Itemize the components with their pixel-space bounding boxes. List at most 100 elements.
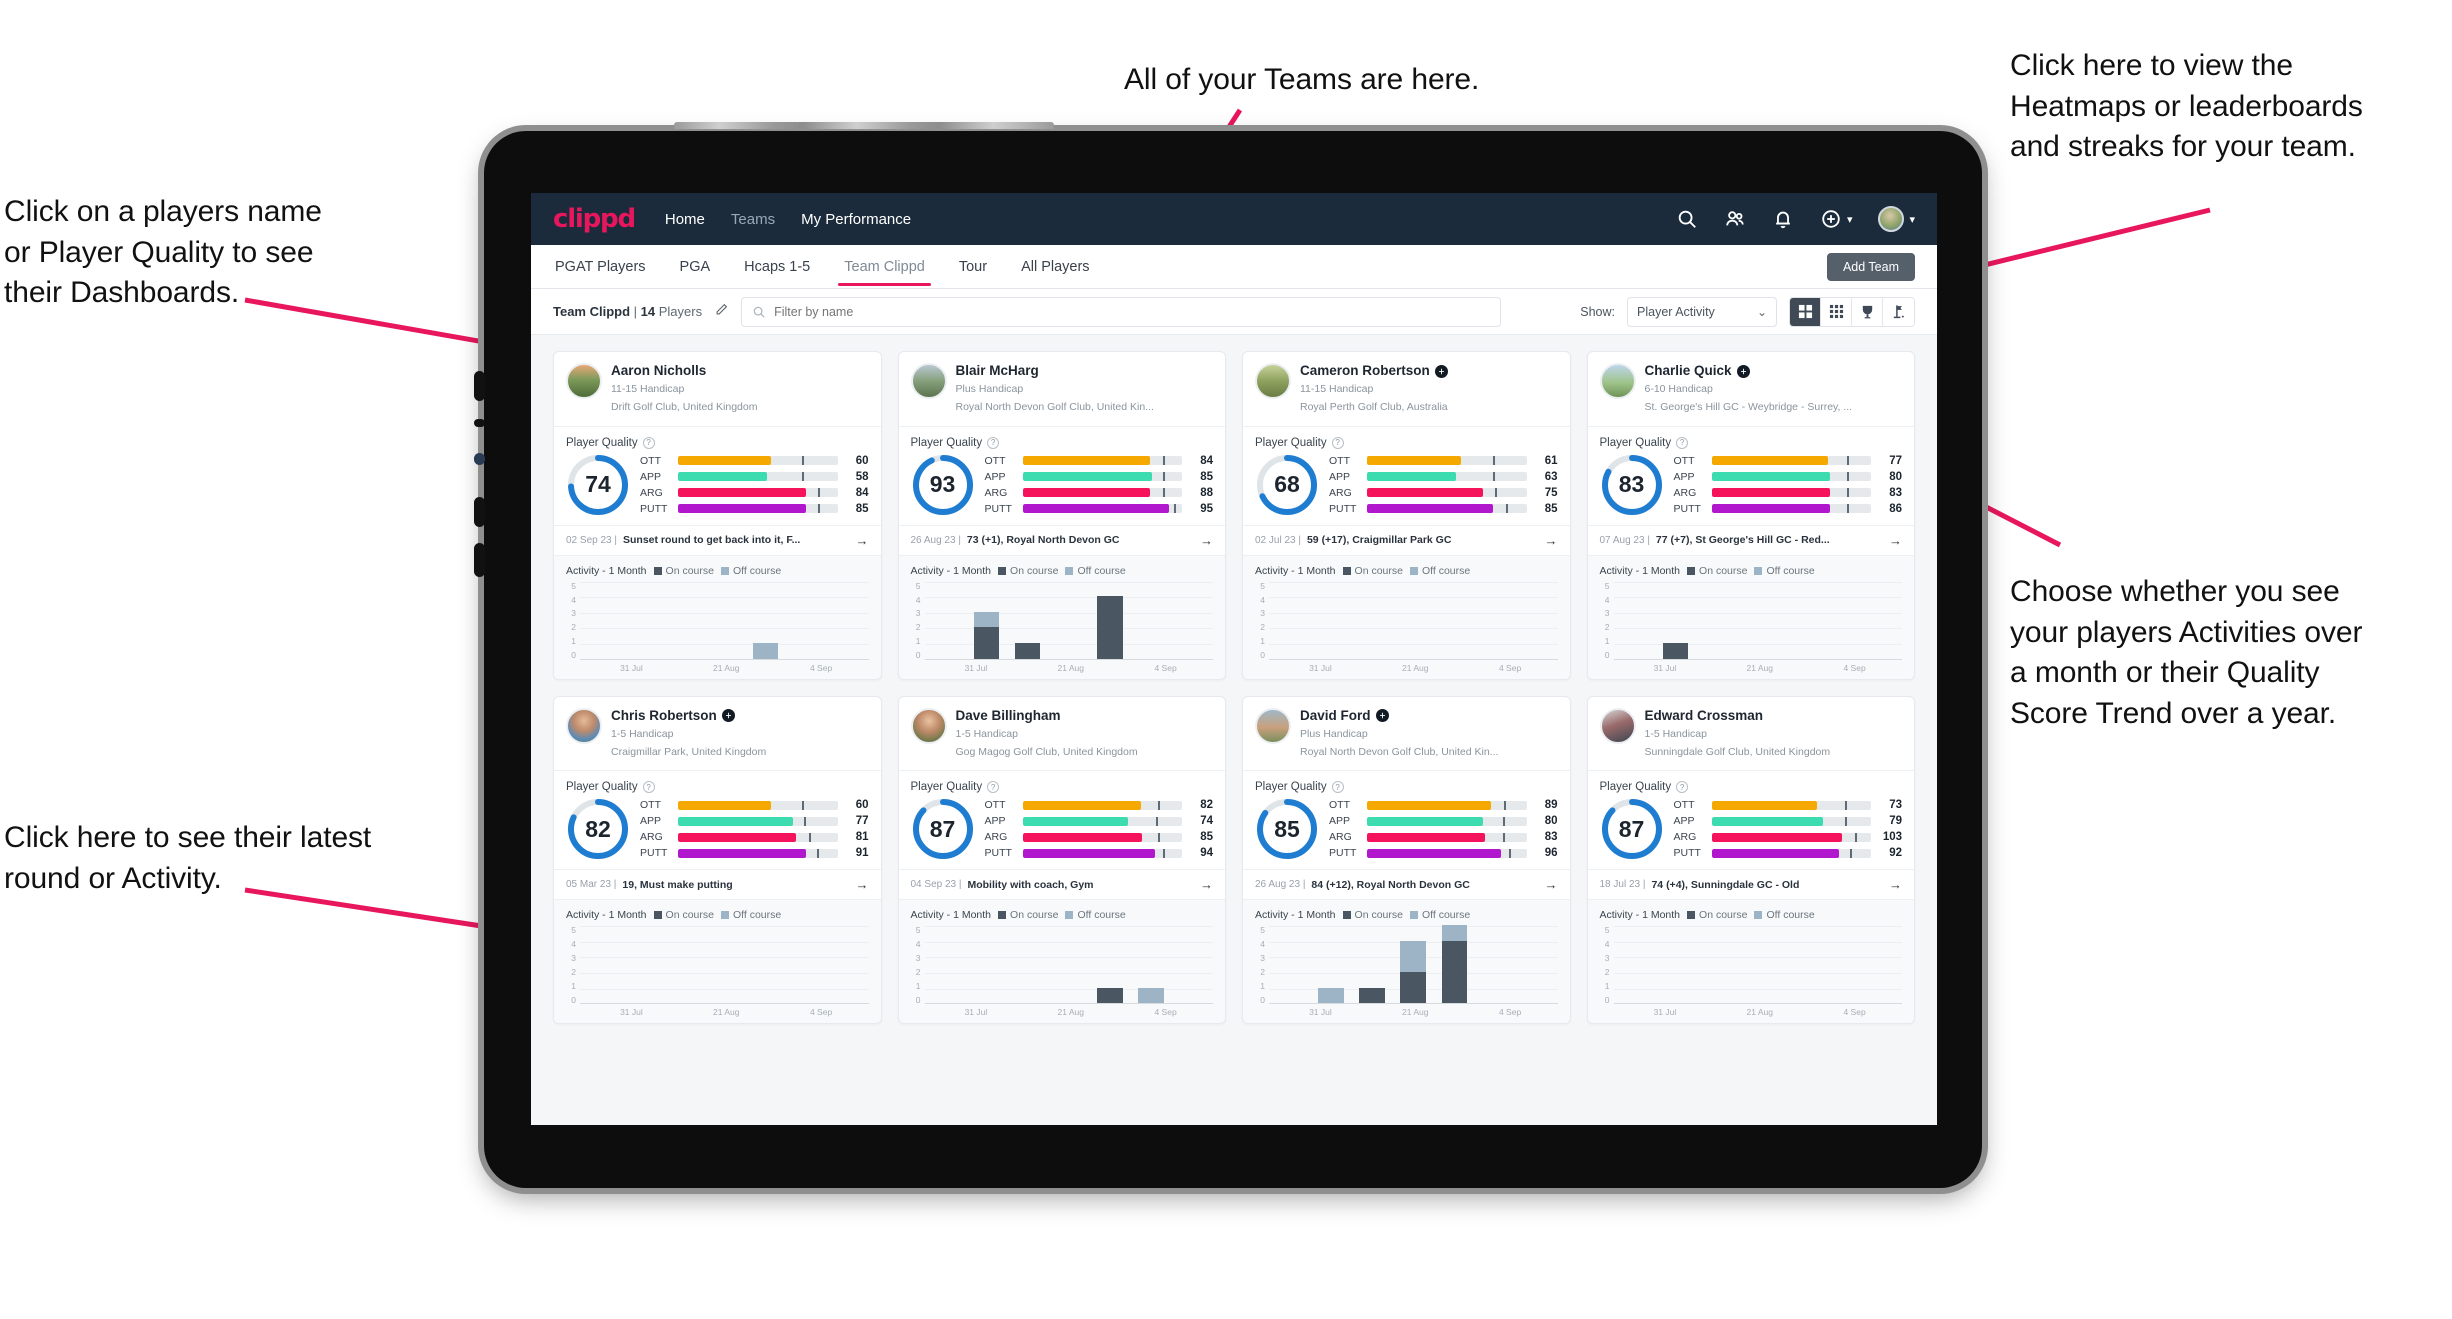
metric-label: APP	[984, 815, 1006, 828]
player-card[interactable]: Dave Billingham 1-5 Handicap Gog Magog Gol…	[897, 695, 1226, 1025]
help-icon[interactable]: ?	[987, 781, 1000, 794]
heatmap-flag-view-button[interactable]	[1883, 297, 1914, 326]
player-quality-section[interactable]: Player Quality? 93 OTT 84 APP 85 ARG 88 PUTT 95	[898, 427, 1225, 526]
grid-small-view-button[interactable]	[1821, 297, 1852, 326]
player-card-header[interactable]: Edward Crossman 1-5 Handicap Sunningdale G…	[1587, 697, 1914, 772]
metric-label: ARG	[1329, 486, 1352, 499]
latest-round-row[interactable]: 26 Aug 23 | 84 (+12), Royal North Devon G…	[1243, 870, 1570, 901]
player-handicap: Plus Handicap	[955, 383, 1024, 396]
player-quality-section[interactable]: Player Quality? 85 OTT 89 APP 80 ARG 83 PUTT 96	[1243, 771, 1570, 871]
help-icon[interactable]: ?	[642, 781, 655, 794]
arrow-right-icon[interactable]: →	[1883, 533, 1902, 548]
player-card-header[interactable]: Aaron Nicholls 11-15 Handicap Drift Golf C…	[554, 352, 881, 427]
player-card-header[interactable]: Cameron Robertson 11-15 Handicap Royal Per…	[1243, 352, 1570, 427]
player-card[interactable]: Edward Crossman 1-5 Handicap Sunningdale G…	[1586, 695, 1915, 1025]
nav-link-teams[interactable]: Teams	[731, 211, 775, 228]
search-container[interactable]	[741, 296, 1502, 327]
bell-icon[interactable]	[1772, 208, 1794, 230]
nav-link-home[interactable]: Home	[665, 211, 705, 228]
metric-bar-track	[678, 848, 838, 858]
nav-link-my-performance[interactable]: My Performance	[801, 211, 911, 228]
activity-header: Activity - 1 Month On course Off course	[566, 565, 869, 577]
latest-round-row[interactable]: 02 Jul 23 | 59 (+17), Craigmillar Park GC…	[1243, 525, 1570, 556]
arrow-right-icon[interactable]: →	[1539, 533, 1558, 548]
player-card[interactable]: Chris Robertson 1-5 Handicap Craigmillar P…	[553, 695, 882, 1025]
chart-x-axis: 31 Jul 21 Aug 4 Sep	[1600, 663, 1903, 673]
player-card[interactable]: Cameron Robertson 11-15 Handicap Royal Per…	[1242, 351, 1571, 680]
latest-round-row[interactable]: 02 Sep 23 | Sunset round to get back into…	[554, 525, 881, 556]
player-name[interactable]: Charlie Quick	[1645, 363, 1853, 379]
player-quality-section[interactable]: Player Quality? 82 OTT 60 APP 77 ARG 81 PUTT 91	[554, 771, 881, 871]
x-tick: 21 Aug	[1057, 1007, 1084, 1018]
tab-pga[interactable]: PGA	[678, 248, 713, 286]
player-name[interactable]: Cameron Robertson	[1300, 363, 1448, 379]
player-quality-section[interactable]: Player Quality? 68 OTT 61 APP 63 ARG 75 PUTT 85	[1243, 427, 1570, 526]
metric-bar-tick	[808, 832, 811, 842]
player-card-header[interactable]: Blair McHarg Plus Handicap Royal North Dev…	[898, 352, 1225, 427]
arrow-right-icon[interactable]: →	[1194, 533, 1213, 548]
arrow-right-icon[interactable]: →	[1194, 877, 1213, 892]
off-course-swatch	[1754, 911, 1763, 920]
help-icon[interactable]: ?	[642, 436, 655, 449]
player-name[interactable]: Dave Billingham	[956, 708, 1138, 724]
player-card[interactable]: Blair McHarg Plus Handicap Royal North Dev…	[897, 351, 1226, 680]
arrow-right-icon[interactable]: →	[1539, 877, 1558, 892]
activity-bar	[1441, 925, 1468, 1004]
tab-pgat-players[interactable]: PGAT Players	[553, 248, 648, 286]
player-card[interactable]: David Ford Plus Handicap Royal North Devon…	[1242, 695, 1571, 1025]
player-name[interactable]: Edward Crossman	[1645, 708, 1831, 724]
player-card-header[interactable]: Dave Billingham 1-5 Handicap Gog Magog Gol…	[898, 697, 1225, 772]
latest-round-row[interactable]: 18 Jul 23 | 74 (+4), Sunningdale GC - Old…	[1587, 870, 1914, 901]
metric-label: ARG	[640, 486, 663, 499]
arrow-right-icon[interactable]: →	[850, 533, 869, 548]
player-card[interactable]: Aaron Nicholls 11-15 Handicap Drift Golf C…	[553, 351, 882, 680]
player-quality-section[interactable]: Player Quality? 87 OTT 82 APP 74 ARG 85 PUTT 94	[898, 771, 1225, 871]
plus-circle-icon[interactable]: ▾	[1820, 208, 1852, 230]
metric-value: 83	[1544, 831, 1558, 844]
search-input[interactable]	[774, 304, 1491, 319]
player-quality-section[interactable]: Player Quality? 83 OTT 77 APP 80 ARG 83 PUTT 86	[1587, 427, 1914, 526]
trophy-leaderboard-view-button[interactable]	[1852, 297, 1883, 326]
arrow-right-icon[interactable]: →	[850, 877, 869, 892]
metric-bar-fill	[1022, 488, 1151, 498]
player-photo	[1255, 707, 1291, 744]
pencil-icon[interactable]	[714, 302, 729, 321]
latest-round-row[interactable]: 26 Aug 23 | 73 (+1), Royal North Devon GC…	[898, 525, 1225, 556]
view-toggle-group	[1789, 296, 1915, 327]
player-name[interactable]: Blair McHarg	[956, 363, 1154, 379]
people-icon[interactable]	[1724, 208, 1746, 230]
player-card[interactable]: Charlie Quick 6-10 Handicap St. George's H…	[1586, 351, 1915, 680]
show-select[interactable]: Player Activity ⌄	[1627, 296, 1777, 327]
search-icon[interactable]	[1676, 208, 1698, 230]
player-name[interactable]: David Ford	[1300, 708, 1498, 724]
clippd-logo[interactable]: clippd	[553, 204, 636, 234]
tab-hcaps-1-5[interactable]: Hcaps 1-5	[742, 248, 812, 286]
player-card-header[interactable]: Charlie Quick 6-10 Handicap St. George's H…	[1587, 352, 1914, 427]
tab-team-clippd[interactable]: Team Clippd	[838, 248, 931, 286]
help-icon[interactable]: ?	[1331, 436, 1344, 449]
player-quality-section[interactable]: Player Quality? 74 OTT 60 APP 58 ARG 84 PUTT 85	[554, 427, 881, 526]
player-quality-section[interactable]: Player Quality? 87 OTT 73 APP 79 ARG 103 PUTT 92	[1587, 771, 1914, 871]
tab-all-players[interactable]: All Players	[1019, 248, 1092, 286]
latest-round-row[interactable]: 05 Mar 23 | 19, Must make putting →	[554, 870, 881, 901]
round-date: 07 Aug 23 |	[1599, 534, 1650, 546]
grid-large-view-button[interactable]	[1790, 297, 1821, 326]
player-card-header[interactable]: David Ford Plus Handicap Royal North Devon…	[1243, 697, 1570, 772]
latest-round-row[interactable]: 07 Aug 23 | 77 (+7), St George's Hill GC …	[1587, 525, 1914, 556]
help-icon[interactable]: ?	[1331, 781, 1344, 794]
add-team-button[interactable]: Add Team	[1826, 252, 1915, 281]
help-icon[interactable]: ?	[1676, 436, 1689, 449]
player-photo	[910, 363, 947, 399]
player-card-header[interactable]: Chris Robertson 1-5 Handicap Craigmillar P…	[554, 697, 881, 772]
help-icon[interactable]: ?	[987, 436, 1000, 449]
arrow-right-icon[interactable]: →	[1883, 877, 1902, 892]
latest-round-row[interactable]: 04 Sep 23 | Mobility with coach, Gym →	[898, 870, 1225, 901]
player-name[interactable]: Aaron Nicholls	[611, 363, 757, 379]
x-tick: 4 Sep	[1498, 662, 1522, 673]
tab-tour[interactable]: Tour	[957, 248, 989, 286]
nav-right-icons: ▾ ▾	[1676, 206, 1915, 232]
help-icon[interactable]: ?	[1676, 781, 1689, 794]
player-name[interactable]: Chris Robertson	[611, 708, 766, 724]
metric-bar-fill	[1711, 504, 1830, 514]
user-menu[interactable]: ▾	[1878, 206, 1915, 232]
